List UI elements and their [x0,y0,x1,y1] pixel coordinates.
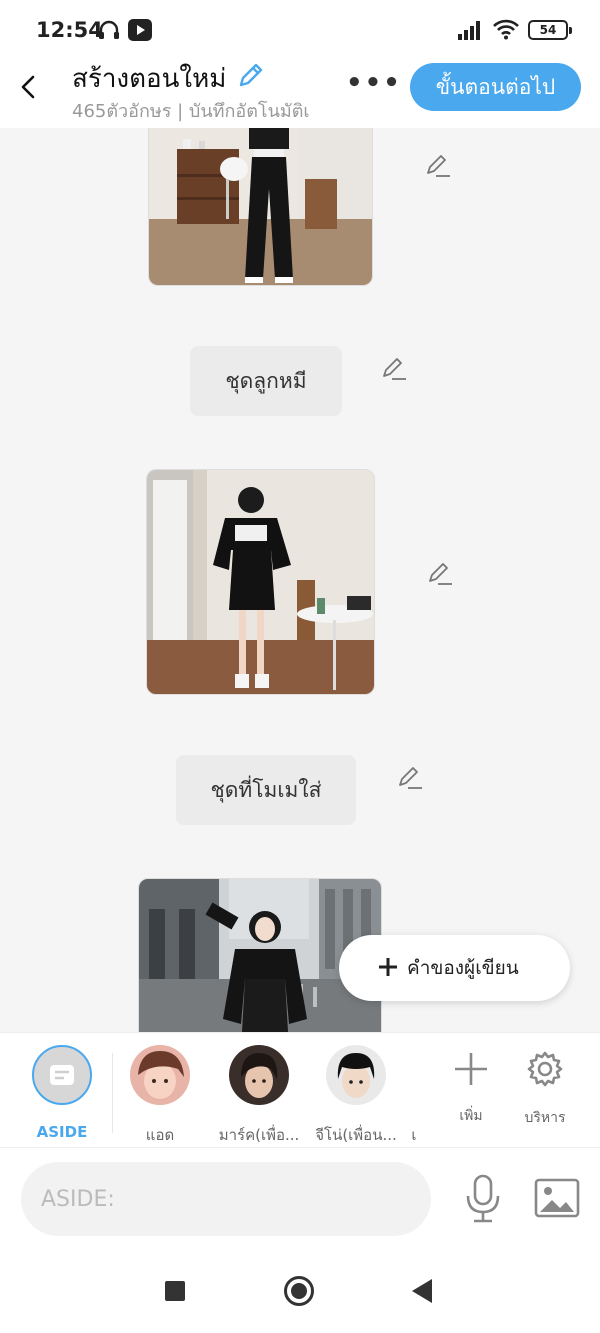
back-arrow-icon[interactable] [14,72,44,102]
status-bar: 12:54 54 [0,0,600,58]
story-image-outfit-2[interactable] [146,469,375,695]
character-label: มาร์ค(เพื่อ... [218,1126,300,1144]
home-icon[interactable] [284,1276,314,1306]
story-content[interactable]: ชุดลูกหมี ชุดที่โมเมใส่ [0,128,600,1032]
plus-icon [379,958,397,976]
edit-item-icon[interactable] [424,152,452,180]
author-note-button[interactable]: คำของผู้เขียน [339,935,570,1001]
character-aside[interactable]: ASIDE [24,1045,100,1141]
aside-avatar [32,1045,92,1105]
avatar [130,1045,190,1105]
character-mark[interactable]: มาร์ค(เพื่อ... [214,1045,304,1147]
signal-icon [458,21,480,40]
media-app-icon [128,19,152,41]
wifi-icon [493,19,519,40]
avatar [326,1045,386,1105]
character-gino[interactable]: จีโน่(เพื่อน... [311,1045,401,1147]
story-caption[interactable]: ชุดลูกหมี [190,346,342,416]
story-image-outfit-1[interactable] [148,128,373,286]
headset-icon [99,20,119,39]
edit-title-icon[interactable] [236,60,266,90]
manage-characters-button[interactable]: บริหาร [515,1047,575,1129]
message-input[interactable] [21,1162,431,1236]
character-selector: ASIDE แอด มาร์ค(เพื่อ... จีโน่(เพื่อน...… [0,1032,600,1147]
author-note-label: คำของผู้เขียน [407,957,519,979]
manage-label: บริหาร [524,1110,566,1126]
character-ad[interactable]: แอด [122,1045,198,1147]
character-label: จีโน่(เพื่อน... [315,1126,397,1144]
plus-icon [455,1053,487,1085]
avatar [229,1045,289,1105]
system-nav-bar [0,1249,600,1333]
battery-icon: 54 [528,20,572,40]
edit-item-icon[interactable] [426,560,454,588]
more-options-icon[interactable]: ••• [346,70,400,100]
recents-icon[interactable] [165,1281,185,1301]
page-title: สร้างตอนใหม่ [72,64,227,94]
story-caption[interactable]: ชุดที่โมเมใส่ [176,755,356,825]
edit-item-icon[interactable] [396,764,424,792]
microphone-icon[interactable] [462,1174,504,1224]
character-label: แอด [145,1126,175,1144]
edit-item-icon[interactable] [380,355,408,383]
nav-back-icon[interactable] [412,1279,432,1303]
character-label: เ [411,1126,417,1144]
add-character-button[interactable]: เพิ่ม [441,1047,501,1127]
gear-icon [527,1051,563,1087]
next-step-button[interactable]: ขั้นตอนต่อไป [410,63,581,111]
add-label: เพิ่ม [459,1108,483,1124]
status-time: 12:54 [36,18,103,42]
character-label: ASIDE [36,1123,88,1141]
message-input-bar [0,1147,600,1249]
divider [112,1053,113,1133]
image-upload-icon[interactable] [534,1178,580,1218]
app-header: สร้างตอนใหม่ 465ตัวอักษร | บันทึกอัตโนมั… [0,58,600,128]
char-count-autosave: 465ตัวอักษร | บันทึกอัตโนมัติเ [72,101,310,122]
narration-icon [50,1065,74,1085]
character-partial[interactable]: เ [404,1045,424,1147]
